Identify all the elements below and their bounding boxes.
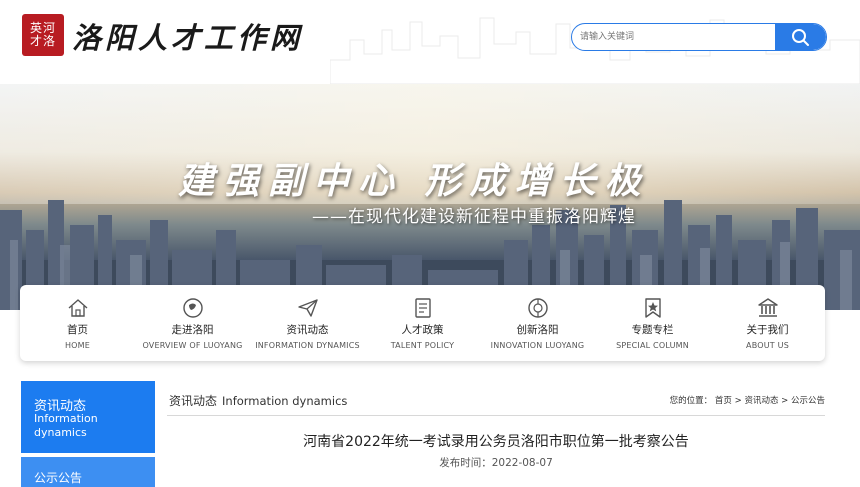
search-button[interactable] (775, 24, 826, 50)
breadcrumb-information[interactable]: 资讯动态 (744, 396, 778, 406)
badge-icon (644, 298, 661, 318)
globe-icon (182, 298, 203, 318)
nav-item-about-us[interactable]: 关于我们 ABOUT US (710, 285, 825, 361)
sidebar-item-announcements[interactable]: 公示公告 (21, 457, 155, 487)
nav-label-en: TALENT POLICY (390, 341, 455, 350)
hero-banner: 建强副中心 形成增长极 ——在现代化建设新征程中重振洛阳辉煌 (0, 84, 860, 310)
building-icon (757, 298, 778, 317)
breadcrumb-prefix: 您的位置： (669, 396, 713, 406)
nav-label: 资讯动态 (286, 324, 329, 336)
site-header: 英河才洛 洛阳人才工作网 (0, 0, 860, 84)
nav-item-talent-policy[interactable]: 人才政策 TALENT POLICY (365, 285, 480, 361)
nav-label: 专题专栏 (631, 324, 674, 336)
paper-plane-icon (297, 299, 318, 317)
section-header: 资讯动态 Information dynamics 您的位置： 首页 > 资讯动态… (167, 386, 825, 416)
nav-item-home[interactable]: 首页 HOME (20, 285, 135, 361)
nav-label-en: INFORMATION DYNAMICS (255, 341, 360, 350)
banner-subtitle: ——在现代化建设新征程中重振洛阳辉煌 (312, 207, 636, 227)
banner-slogan: 建强副中心 形成增长极 (178, 160, 650, 202)
site-logo-seal[interactable]: 英河才洛 (22, 14, 64, 56)
nav-item-innovation[interactable]: 创新洛阳 INNOVATION LUOYANG (480, 285, 595, 361)
search-box (571, 23, 827, 51)
nav-label: 走进洛阳 (171, 324, 214, 336)
sidebar-item-label-en: Information dynamics (34, 412, 98, 439)
main-nav: 首页 HOME 走进洛阳 OVERVIEW OF LUOYANG 资讯动态 IN… (20, 285, 825, 361)
breadcrumb-announcements[interactable]: 公示公告 (791, 396, 825, 406)
document-icon (414, 298, 431, 318)
section-title-zh: 资讯动态 (169, 394, 218, 408)
nav-item-information[interactable]: 资讯动态 INFORMATION DYNAMICS (250, 285, 365, 361)
breadcrumb: 您的位置： 首页 > 资讯动态 > 公示公告 (670, 394, 825, 406)
section-title-en: Information dynamics (222, 394, 348, 408)
nav-label-en: SPECIAL COLUMN (616, 341, 689, 350)
sidebar-item-label: 公示公告 (34, 471, 83, 485)
home-icon (68, 299, 87, 317)
section-title: 资讯动态 Information dynamics (169, 392, 347, 409)
breadcrumb-separator: > (734, 396, 742, 406)
breadcrumb-separator: > (781, 396, 789, 406)
article-date: 发布时间：2022-08-07 (439, 457, 553, 469)
nav-label-en: ABOUT US (746, 341, 789, 350)
nav-label: 首页 (67, 324, 88, 336)
breadcrumb-home[interactable]: 首页 (715, 396, 732, 406)
nav-item-special-column[interactable]: 专题专栏 SPECIAL COLUMN (595, 285, 710, 361)
nav-label-en: HOME (64, 341, 91, 350)
search-icon (792, 29, 809, 46)
sidebar-item-information[interactable]: 资讯动态 Information dynamics (21, 381, 155, 453)
nav-item-overview[interactable]: 走进洛阳 OVERVIEW OF LUOYANG (135, 285, 250, 361)
nav-label: 创新洛阳 (516, 324, 559, 336)
nav-label-en: OVERVIEW OF LUOYANG (142, 341, 243, 350)
article-title: 河南省2022年统一考试录用公务员洛阳市职位第一批考察公告 (303, 434, 689, 450)
site-title[interactable]: 洛阳人才工作网 (72, 15, 303, 57)
nav-label-en: INNOVATION LUOYANG (490, 341, 585, 350)
search-input[interactable] (572, 24, 780, 50)
nav-label: 关于我们 (746, 324, 789, 336)
logo-seal-text: 英河才洛 (29, 21, 56, 48)
nav-label: 人才政策 (401, 324, 444, 336)
innovation-icon (527, 298, 548, 318)
